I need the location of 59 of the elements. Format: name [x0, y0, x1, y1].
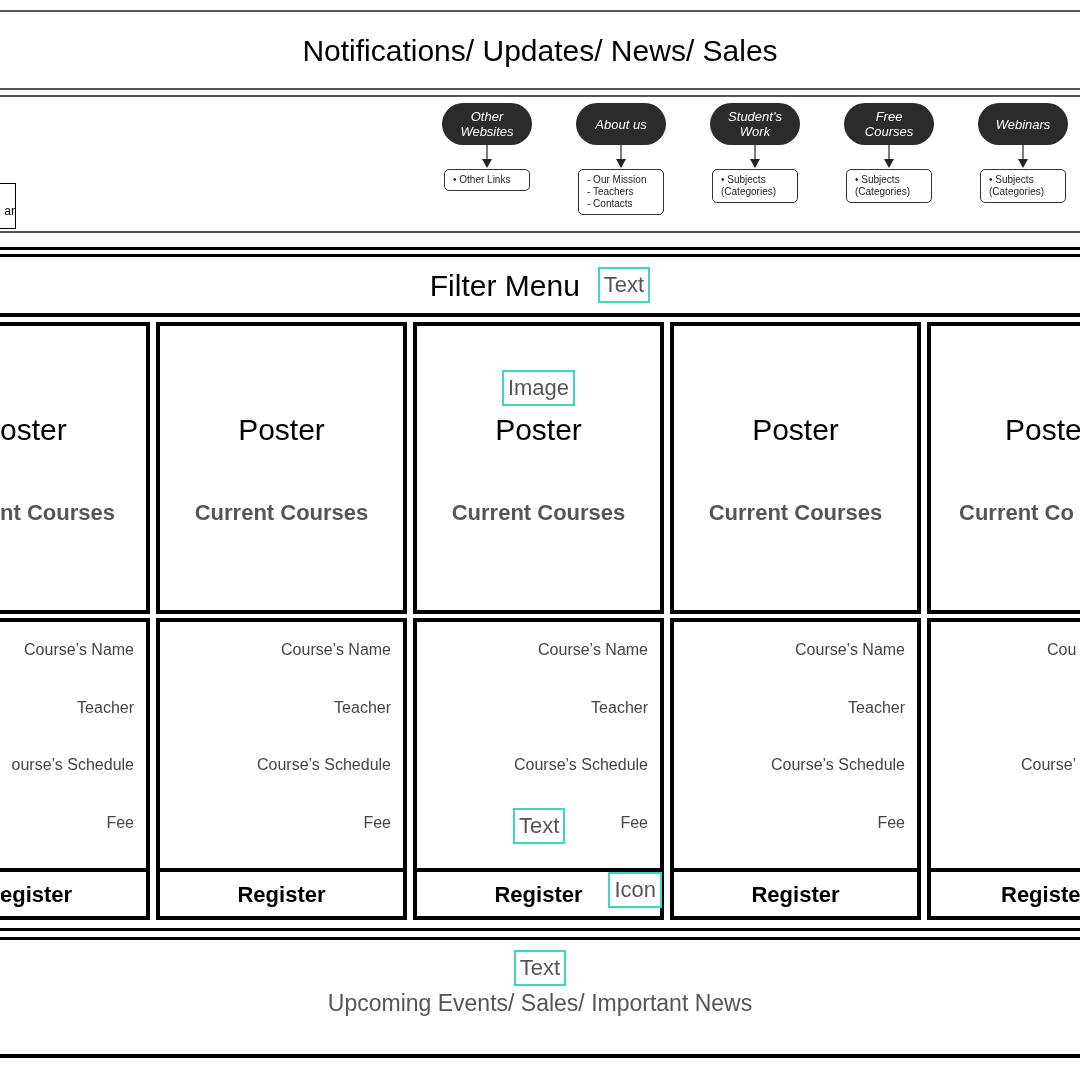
- footer-text: Upcoming Events/ Sales/ Important News: [327, 989, 753, 1018]
- submenu-item[interactable]: • Other Links: [453, 174, 521, 186]
- nav-pill[interactable]: About us: [576, 103, 666, 145]
- courses-label: Current Courses: [708, 499, 883, 527]
- courses-label: Current Courses: [194, 499, 369, 527]
- poster-label: oster: [0, 412, 67, 448]
- nav-pill[interactable]: Free Courses: [844, 103, 934, 145]
- arrow-icon: [750, 145, 760, 169]
- nav-pill[interactable]: Other Websites: [442, 103, 532, 145]
- submenu-item[interactable]: - Contacts: [587, 198, 655, 210]
- course-detail: Course’s Schedule: [514, 755, 648, 775]
- course-detail: Fee: [363, 812, 391, 833]
- nav-pill[interactable]: Student's Work: [710, 103, 800, 145]
- course-detail: Cou: [1047, 640, 1077, 660]
- submenu-item[interactable]: - Our Mission: [587, 174, 655, 186]
- register-button[interactable]: Register: [751, 877, 840, 911]
- course-detail: Teacher: [591, 697, 648, 718]
- submenu-item[interactable]: • Subjects (Categories): [989, 174, 1057, 198]
- annotation-label: Text: [513, 808, 566, 844]
- annotation-label: Text: [513, 950, 567, 986]
- annotation-label: Image: [501, 370, 576, 406]
- course-detail: Fee: [877, 812, 905, 833]
- arrow-icon: [884, 145, 894, 169]
- nav-pill[interactable]: Webinars: [978, 103, 1068, 145]
- register-button[interactable]: Register: [494, 877, 583, 911]
- submenu-item[interactable]: • Subjects (Categories): [721, 174, 789, 198]
- course-detail: Fee: [620, 812, 648, 833]
- course-detail: Teacher: [848, 697, 905, 718]
- register-button[interactable]: Registe: [1001, 877, 1080, 911]
- arrow-icon: [482, 145, 492, 169]
- courses-label: Current Co: [959, 499, 1074, 527]
- poster-label: Poster: [495, 412, 582, 448]
- notification-title: Notifications/ Updates/ News/ Sales: [302, 32, 778, 69]
- course-detail: Course’s Name: [24, 640, 134, 660]
- course-detail: Course’s Name: [795, 640, 905, 660]
- annotation-label: Text: [597, 267, 651, 303]
- course-detail: Teacher: [334, 697, 391, 718]
- poster-label: Poste: [1005, 412, 1080, 448]
- poster-label: Poster: [752, 412, 839, 448]
- courses-label: Current Courses: [451, 499, 626, 527]
- arrow-icon: [1018, 145, 1028, 169]
- course-detail: Fee: [106, 812, 134, 833]
- search-bar[interactable]: ar: [0, 183, 16, 229]
- annotation-label: Icon: [608, 872, 662, 908]
- submenu-item[interactable]: • Subjects (Categories): [855, 174, 923, 198]
- course-detail: Course’: [1021, 755, 1077, 775]
- course-detail: ourse’s Schedule: [11, 755, 134, 775]
- register-button[interactable]: Register: [237, 877, 326, 911]
- register-button[interactable]: egister: [0, 877, 73, 911]
- submenu-item[interactable]: - Teachers: [587, 186, 655, 198]
- course-detail: Course’s Name: [538, 640, 648, 660]
- course-detail: Course’s Schedule: [257, 755, 391, 775]
- course-detail: Course’s Name: [281, 640, 391, 660]
- poster-label: Poster: [238, 412, 325, 448]
- course-detail: Teacher: [77, 697, 134, 718]
- courses-label: nt Courses: [0, 499, 115, 527]
- arrow-icon: [616, 145, 626, 169]
- filter-title[interactable]: Filter Menu: [429, 262, 580, 308]
- course-detail: Course’s Schedule: [771, 755, 905, 775]
